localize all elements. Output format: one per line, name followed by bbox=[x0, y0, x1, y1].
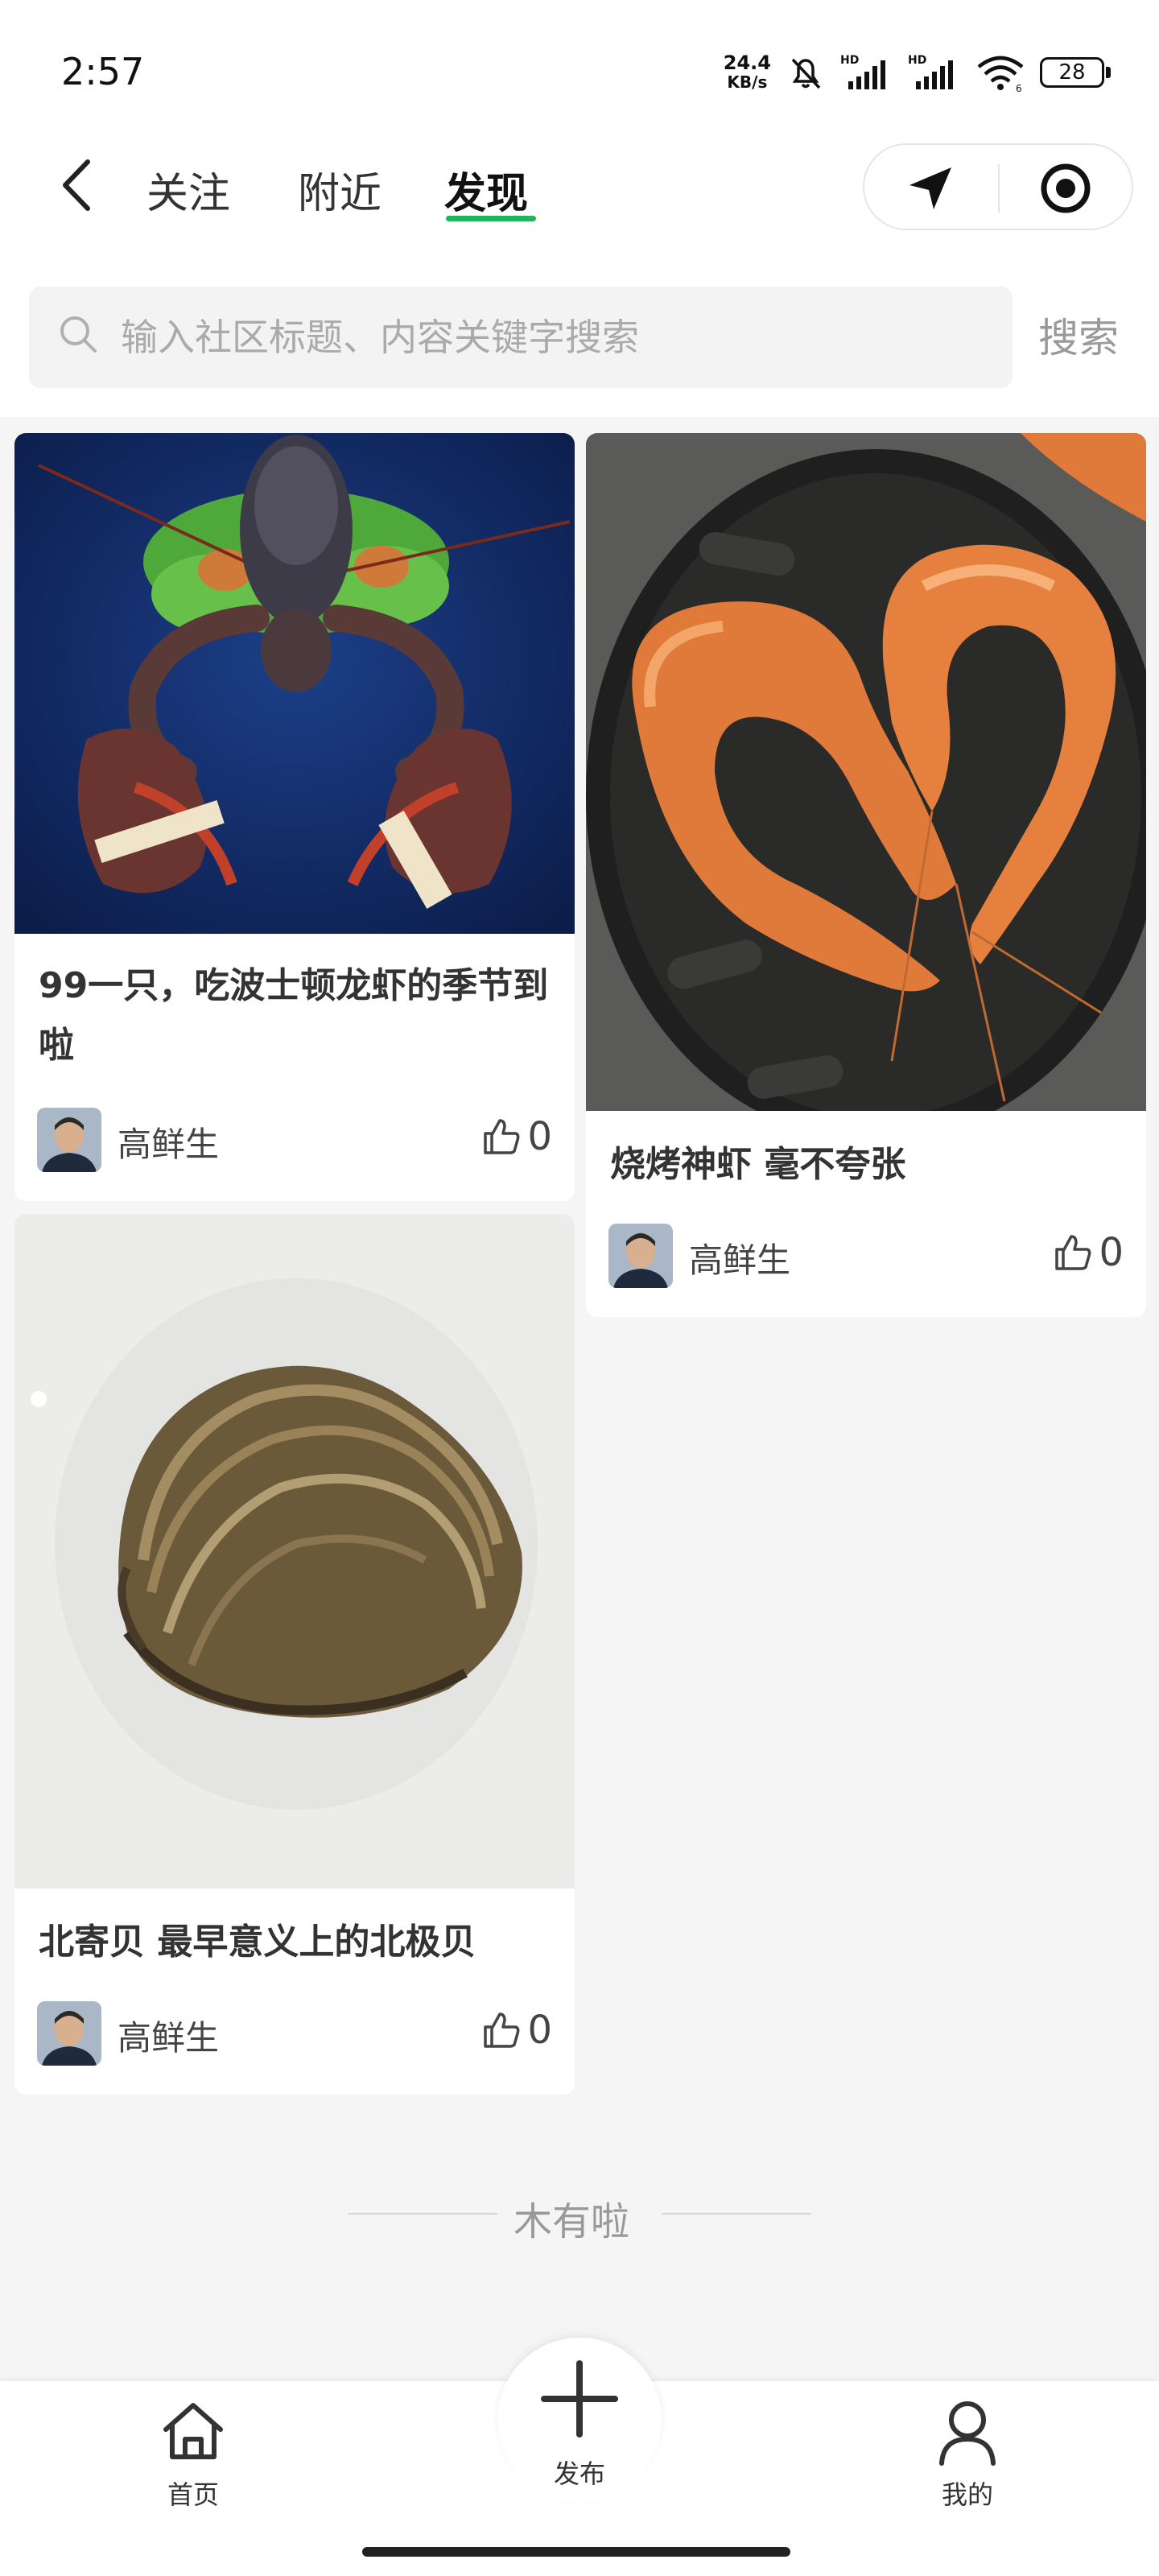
post-card-shrimp[interactable]: 烧烤神虾 毫不夸张 高鲜生 0 bbox=[586, 433, 1146, 1317]
search-box bbox=[29, 287, 1013, 388]
like-count: 0 bbox=[527, 1114, 552, 1159]
home-indicator[interactable] bbox=[362, 2547, 790, 2557]
tab-follow[interactable]: 关注 bbox=[146, 159, 230, 220]
nav-home-label: 首页 bbox=[167, 2479, 219, 2510]
svg-text:HD: HD bbox=[908, 54, 926, 67]
plus-icon bbox=[541, 2360, 618, 2438]
tab-nearby[interactable]: 附近 bbox=[298, 159, 382, 220]
svg-text:6: 6 bbox=[1016, 83, 1022, 93]
post-card-clam[interactable]: 北寄贝 最早意义上的北极贝 高鲜生 0 bbox=[14, 1214, 575, 2095]
end-divider-left bbox=[348, 2213, 497, 2215]
wifi-icon: 6 bbox=[977, 56, 1024, 93]
svg-text:HD: HD bbox=[840, 54, 859, 67]
location-button[interactable] bbox=[905, 163, 956, 214]
target-button[interactable] bbox=[1038, 161, 1093, 216]
grilled-shrimp-photo[interactable] bbox=[586, 433, 1146, 1111]
post-title[interactable]: 99一只，吃波士顿龙虾的季节到啦 bbox=[39, 956, 554, 1075]
post-title[interactable]: 北寄贝 最早意义上的北极贝 bbox=[39, 1913, 554, 1972]
avatar[interactable] bbox=[608, 1224, 673, 1288]
capsule-menu bbox=[863, 143, 1133, 230]
like-count: 0 bbox=[527, 2008, 552, 2053]
author-name: 高鲜生 bbox=[118, 2018, 220, 2058]
lobster-photo[interactable] bbox=[14, 433, 575, 934]
thumbs-up-icon bbox=[484, 1119, 520, 1154]
back-button[interactable] bbox=[48, 155, 105, 216]
chevron-left-icon bbox=[63, 159, 90, 211]
status-bar: 2:57 24.4 KB/s HD HD 6 28 bbox=[0, 0, 1159, 129]
search-icon bbox=[60, 316, 97, 353]
like-count: 0 bbox=[1099, 1230, 1124, 1275]
post-title[interactable]: 烧烤神虾 毫不夸张 bbox=[610, 1135, 1125, 1195]
author-name: 高鲜生 bbox=[118, 1125, 220, 1164]
like-button[interactable]: 0 bbox=[481, 1114, 552, 1159]
bell-muted-icon bbox=[791, 58, 821, 89]
nav-home[interactable]: 首页 bbox=[113, 2396, 274, 2512]
tab-discover[interactable]: 发现 bbox=[444, 159, 528, 220]
search-button[interactable]: 搜索 bbox=[1038, 306, 1119, 364]
battery-level: 28 bbox=[1040, 57, 1104, 88]
like-button[interactable]: 0 bbox=[1052, 1230, 1124, 1275]
status-icons: 24.4 KB/s HD HD 6 28 bbox=[724, 48, 1111, 97]
network-speed-unit: KB/s bbox=[727, 72, 768, 92]
network-speed-value: 24.4 bbox=[723, 52, 771, 74]
active-tab-indicator bbox=[446, 216, 536, 221]
avatar[interactable] bbox=[37, 2001, 101, 2066]
thumbs-up-icon bbox=[1055, 1235, 1091, 1270]
avatar[interactable] bbox=[37, 1108, 101, 1172]
person-icon bbox=[939, 2401, 996, 2466]
nav-me-label: 我的 bbox=[941, 2479, 993, 2510]
status-time: 2:57 bbox=[61, 50, 145, 93]
thumbs-up-icon bbox=[484, 2013, 520, 2048]
network-speed: 24.4 KB/s bbox=[724, 53, 771, 92]
clam-photo[interactable] bbox=[14, 1214, 575, 1889]
header: 关注 附近 发现 bbox=[0, 137, 1159, 233]
battery-cap bbox=[1106, 67, 1111, 78]
author-name: 高鲜生 bbox=[689, 1241, 791, 1280]
location-arrow-icon bbox=[909, 167, 951, 209]
nav-publish-label: 发布 bbox=[553, 2458, 605, 2489]
end-of-list-text: 木有啦 bbox=[514, 2199, 630, 2244]
home-icon bbox=[163, 2403, 223, 2459]
target-icon bbox=[1041, 163, 1091, 213]
signal-2-icon: HD bbox=[908, 54, 953, 89]
search-input[interactable] bbox=[121, 311, 990, 364]
battery-icon: 28 bbox=[1040, 57, 1111, 88]
signal-1-icon: HD bbox=[840, 54, 885, 89]
nav-me[interactable]: 我的 bbox=[887, 2396, 1048, 2512]
like-button[interactable]: 0 bbox=[481, 2008, 552, 2053]
capsule-divider bbox=[998, 164, 1000, 213]
end-divider-right bbox=[662, 2213, 811, 2215]
post-card-lobster[interactable]: 99一只，吃波士顿龙虾的季节到啦 高鲜生 0 bbox=[14, 433, 575, 1201]
nav-publish[interactable]: 发布 bbox=[499, 2351, 660, 2491]
